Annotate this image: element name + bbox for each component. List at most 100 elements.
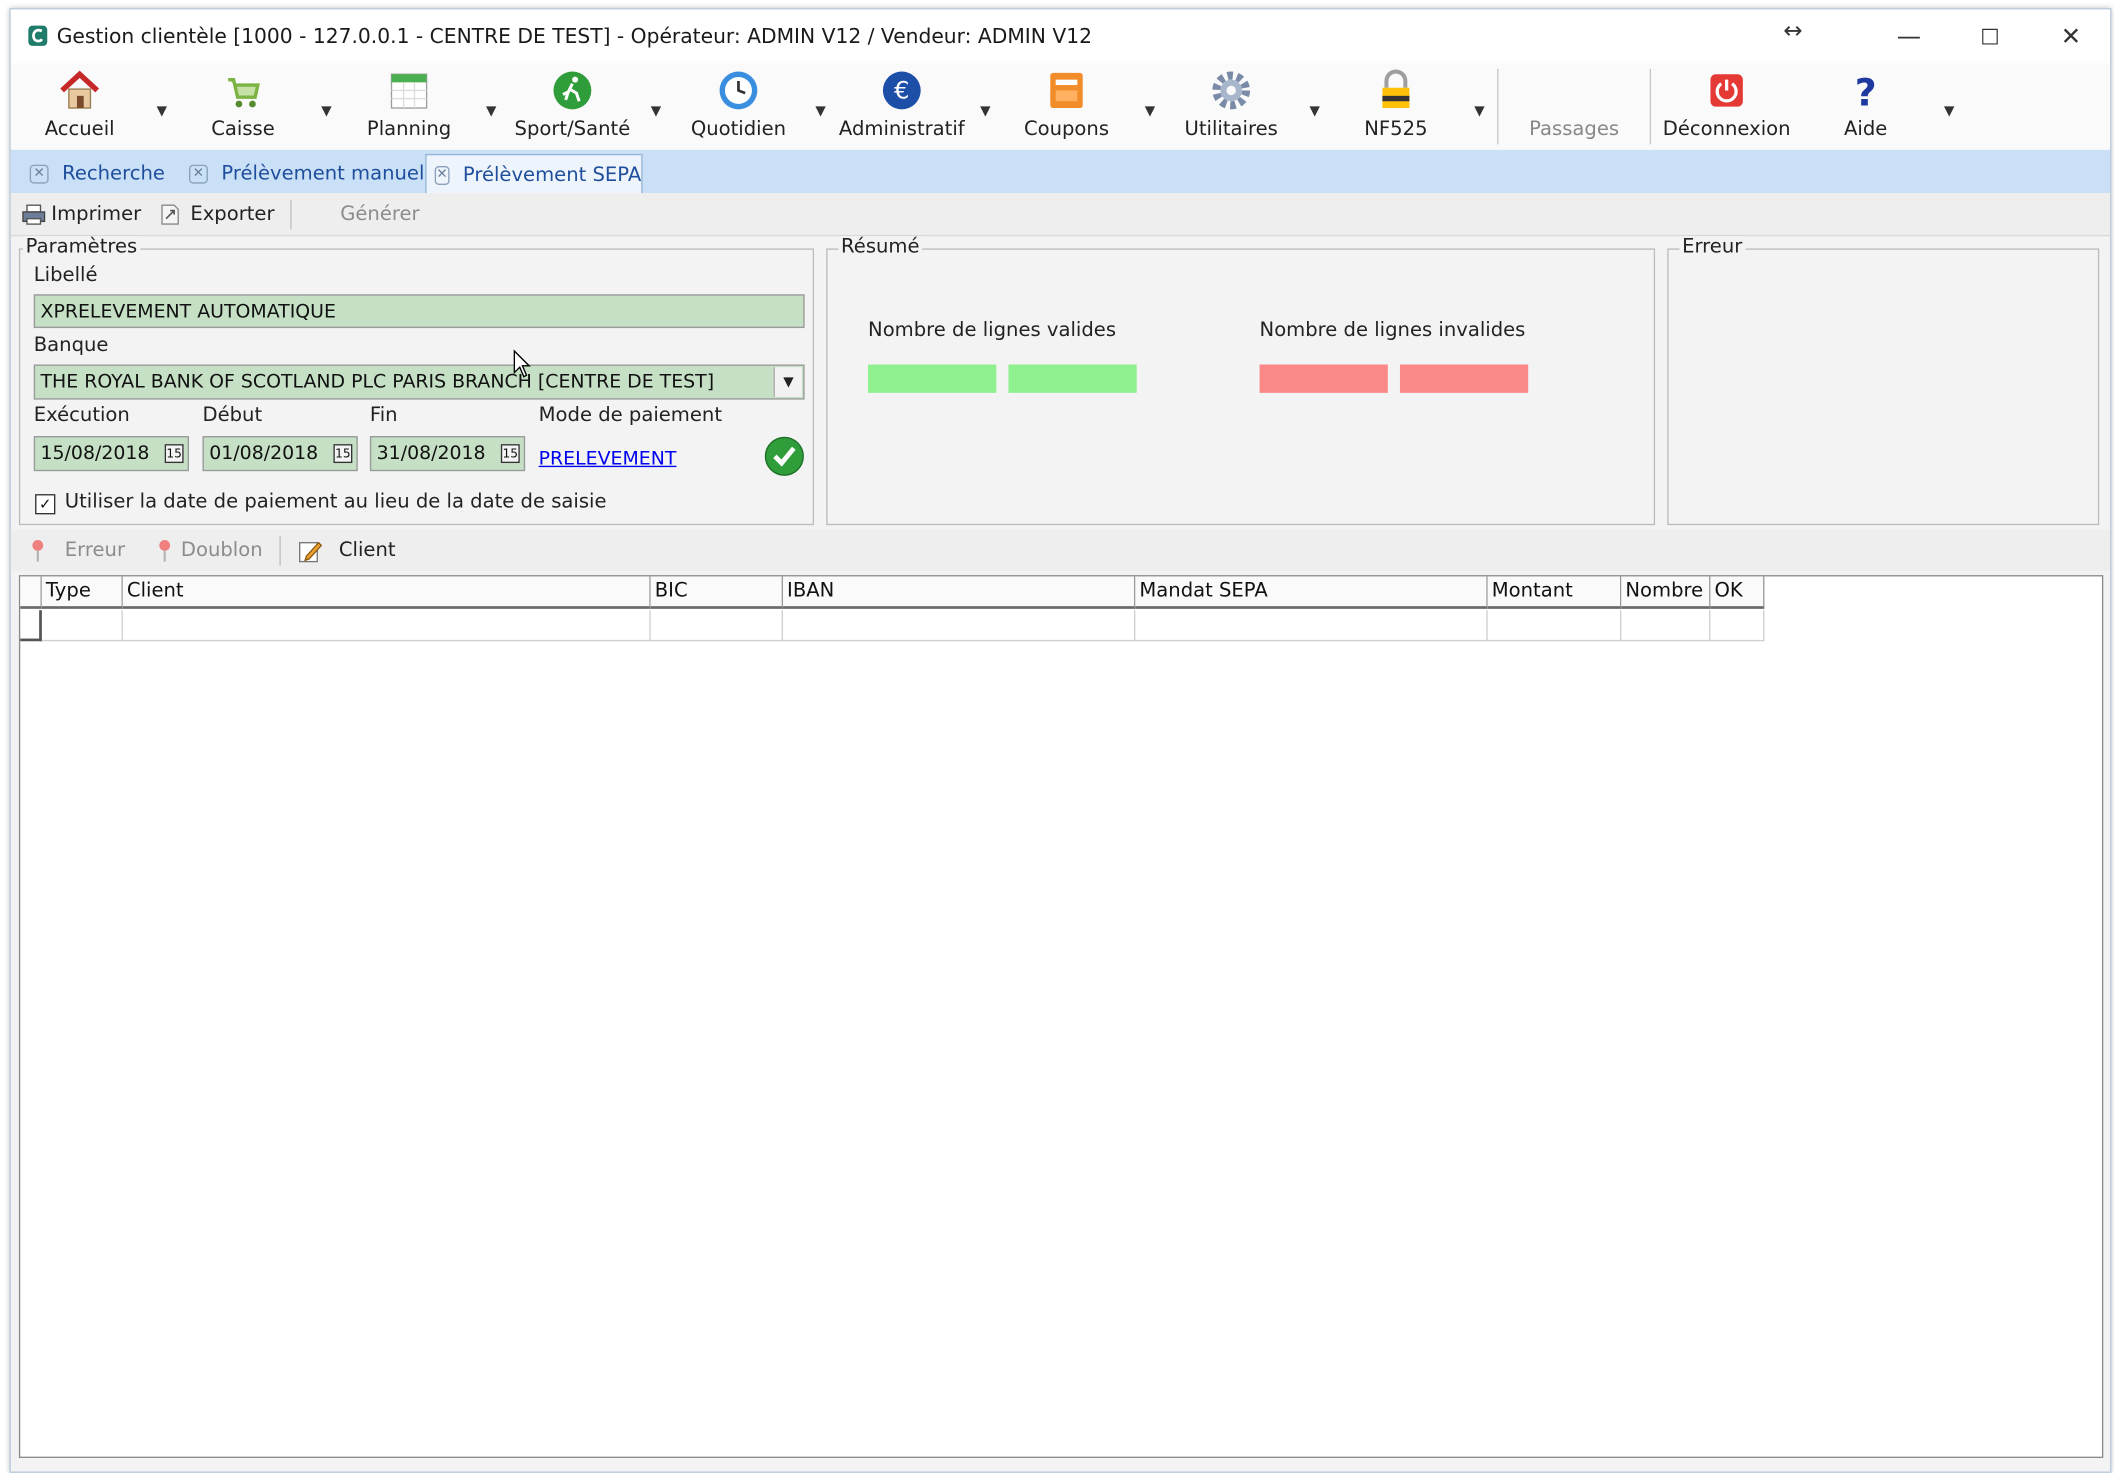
column-header-ok[interactable]: OK: [1710, 576, 1765, 609]
column-header-mandat-sepa[interactable]: Mandat SEPA: [1135, 576, 1488, 609]
nf525-dropdown-icon[interactable]: ▼: [1474, 104, 1484, 119]
new-row-cell[interactable]: [1487, 610, 1622, 642]
column-header-type[interactable]: Type: [41, 576, 123, 609]
ribbon-utilitaires-button[interactable]: Utilitaires: [1177, 68, 1285, 146]
utilitaires-dropdown-icon[interactable]: ▼: [1310, 104, 1320, 119]
libelle-label: Libellé: [33, 264, 98, 287]
calendar-picker-icon[interactable]: 15: [500, 444, 520, 464]
generer-button: Générer: [340, 203, 420, 225]
calendar-picker-icon[interactable]: 15: [333, 444, 353, 464]
quotidien-dropdown-icon[interactable]: ▼: [815, 104, 825, 119]
ribbon-aide-button[interactable]: ? Aide: [1833, 68, 1898, 146]
new-row-cell[interactable]: [1135, 610, 1488, 642]
column-header-nombre[interactable]: Nombre: [1621, 576, 1711, 609]
main-window: Gestion clientèle [1000 - 127.0.0.1 - CE…: [9, 8, 2112, 1473]
column-header-iban[interactable]: IBAN: [783, 576, 1136, 609]
toolbar-separator: [279, 535, 281, 566]
sport-dropdown-icon[interactable]: ▼: [651, 104, 661, 119]
execution-value: 15/08/2018: [40, 442, 150, 465]
clock-icon: [716, 68, 762, 114]
tab-prelevement-manuel[interactable]: ✕ Prélèvement manuel: [181, 154, 424, 193]
ribbon-accueil-button[interactable]: Accueil: [30, 68, 130, 146]
ribbon-planning-button[interactable]: Planning: [359, 68, 459, 146]
ribbon-coupons-label: Coupons: [1023, 118, 1110, 141]
ribbon-accueil-label: Accueil: [44, 118, 115, 141]
close-window-button[interactable]: ✕: [2030, 9, 2111, 63]
row-header-corner: [20, 576, 42, 609]
tab-prelevement-sepa[interactable]: ✕ Prélèvement SEPA: [425, 153, 643, 195]
exporter-button[interactable]: Exporter: [158, 193, 275, 235]
fin-date-field[interactable]: 31/08/2018 15: [369, 436, 526, 472]
coupons-dropdown-icon[interactable]: ▼: [1145, 104, 1155, 119]
client-edit-button[interactable]: Client: [298, 529, 396, 571]
ribbon-sport-button[interactable]: Sport/Santé: [510, 68, 634, 146]
red-pin-icon: [32, 539, 44, 561]
valid-amount-bar: [1008, 364, 1137, 393]
erreur-filter-label: Erreur: [64, 539, 126, 561]
debut-date-field[interactable]: 01/08/2018 15: [202, 436, 358, 472]
execution-date-field[interactable]: 15/08/2018 15: [33, 436, 189, 472]
doublon-filter-button[interactable]: Doublon: [157, 529, 263, 571]
validate-check-icon[interactable]: [764, 436, 805, 477]
new-row-cell[interactable]: [783, 610, 1136, 642]
calendar-icon: [386, 68, 432, 114]
lock-icon: [1373, 68, 1419, 114]
ribbon-aide-label: Aide: [1844, 118, 1888, 141]
erreur-group: Erreur: [1667, 236, 2100, 526]
tab-label: Prélèvement SEPA: [462, 164, 642, 186]
accueil-dropdown-icon[interactable]: ▼: [157, 104, 167, 119]
resume-group: Résumé Nombre de lignes valides Nombre d…: [826, 236, 1656, 526]
close-tab-icon[interactable]: ✕: [434, 165, 450, 185]
libelle-input[interactable]: XPRELEVEMENT AUTOMATIQUE: [33, 294, 805, 329]
printer-icon: [22, 203, 46, 225]
ribbon-deconnexion-button[interactable]: Déconnexion: [1661, 68, 1793, 146]
close-tab-icon[interactable]: ✕: [29, 164, 49, 183]
planning-dropdown-icon[interactable]: ▼: [486, 104, 496, 119]
debut-value: 01/08/2018: [209, 442, 319, 465]
column-header-bic[interactable]: BIC: [650, 576, 783, 609]
new-row-cell[interactable]: [41, 610, 123, 642]
mouse-cursor-icon: [513, 349, 531, 378]
chevron-down-icon[interactable]: ▼: [773, 367, 802, 397]
ribbon-administratif-button[interactable]: € Administratif: [834, 68, 969, 146]
banque-select[interactable]: THE ROYAL BANK OF SCOTLAND PLC PARIS BRA…: [33, 364, 805, 400]
ribbon-quotidien-button[interactable]: Quotidien: [686, 68, 791, 146]
administratif-dropdown-icon[interactable]: ▼: [980, 104, 990, 119]
ribbon-coupons-button[interactable]: Coupons: [1018, 68, 1115, 146]
ribbon-passages-button: Passages: [1520, 68, 1628, 146]
ribbon-caisse-button[interactable]: Caisse: [200, 68, 286, 146]
fin-label: Fin: [369, 405, 398, 427]
app-logo-icon: [28, 25, 48, 46]
tab-recherche[interactable]: ✕ Recherche: [22, 154, 165, 193]
minimize-button[interactable]: —: [1868, 9, 1949, 63]
exporter-label: Exporter: [190, 203, 275, 225]
ribbon-toolbar: Accueil ▼ Caisse ▼ Planning ▼ Sport/Sant…: [10, 63, 2111, 150]
resume-title: Résumé: [838, 236, 923, 258]
imprimer-button[interactable]: Imprimer: [22, 193, 142, 235]
use-payment-date-checkbox[interactable]: ✓: [35, 494, 56, 515]
mode-paiement-link[interactable]: PRELEVEMENT: [539, 448, 677, 470]
maximize-button[interactable]: ☐: [1949, 9, 2030, 63]
ribbon-nf525-label: NF525: [1364, 118, 1428, 141]
column-header-montant[interactable]: Montant: [1487, 576, 1622, 609]
new-row-indicator[interactable]: [20, 610, 42, 642]
calendar-picker-icon[interactable]: 15: [164, 444, 184, 464]
close-tab-icon[interactable]: ✕: [189, 164, 208, 183]
ribbon-nf525-button[interactable]: NF525: [1355, 68, 1436, 146]
ribbon-caisse-label: Caisse: [211, 118, 275, 141]
imprimer-label: Imprimer: [51, 203, 142, 225]
ribbon-passages-label: Passages: [1529, 118, 1620, 141]
column-header-client[interactable]: Client: [122, 576, 651, 609]
aide-dropdown-icon[interactable]: ▼: [1944, 104, 1954, 119]
caisse-dropdown-icon[interactable]: ▼: [321, 104, 331, 119]
new-row-cell[interactable]: [650, 610, 783, 642]
fin-value: 31/08/2018: [376, 442, 486, 465]
sepa-data-grid[interactable]: Type Client BIC IBAN Mandat SEPA Montant…: [18, 575, 2104, 1458]
ribbon-quotidien-label: Quotidien: [690, 118, 787, 141]
toolbar-separator: [290, 199, 292, 230]
new-row-cell[interactable]: [122, 610, 651, 642]
euro-icon: €: [879, 68, 925, 114]
new-row-cell[interactable]: [1710, 610, 1765, 642]
new-row-cell[interactable]: [1621, 610, 1711, 642]
erreur-filter-button[interactable]: Erreur: [30, 529, 125, 571]
